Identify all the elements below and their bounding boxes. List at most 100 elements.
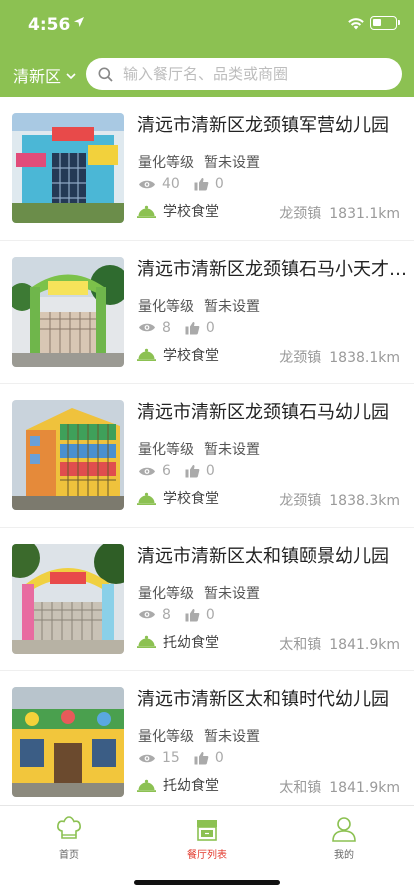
list-item[interactable]: 清远市清新区龙颈镇石马幼儿园 量化等级 暂未设置 6 0 学校食堂 龙颈镇 1838… bbox=[0, 384, 414, 528]
list-item[interactable]: 清远市清新区龙颈镇军营幼儿园 量化等级 暂未设置 40 0 学校食堂 龙颈镇 183… bbox=[0, 97, 414, 241]
tab-list-label: 餐厅列表 bbox=[187, 850, 227, 861]
distance-label: 1831.1km bbox=[329, 206, 400, 222]
grade-row: 量化等级 暂未设置 bbox=[138, 296, 260, 316]
thumbs-up-icon bbox=[185, 464, 200, 478]
grade-row: 量化等级 暂未设置 bbox=[138, 583, 260, 603]
grade-value: 暂未设置 bbox=[204, 155, 260, 171]
likes-count: 0 bbox=[205, 463, 215, 479]
grade-label: 量化等级 bbox=[138, 585, 194, 602]
list-item[interactable]: 清远市清新区太和镇时代幼儿园 量化等级 暂未设置 15 0 托幼食堂 太和镇 184… bbox=[0, 671, 414, 815]
search-input[interactable] bbox=[123, 65, 393, 83]
grade-row: 量化等级 暂未设置 bbox=[138, 726, 260, 746]
town-label: 太和镇 bbox=[279, 780, 322, 796]
restaurant-name: 清远市清新区太和镇颐景幼儿园 bbox=[137, 545, 389, 567]
eye-icon bbox=[139, 610, 155, 619]
views-count: 40 bbox=[162, 176, 180, 192]
category-label: 托幼食堂 bbox=[163, 778, 219, 794]
tab-mine[interactable]: 我的 bbox=[294, 814, 394, 861]
thumbs-up-icon bbox=[194, 751, 209, 765]
tab-restaurant-list[interactable]: 餐厅列表 bbox=[157, 814, 257, 861]
food-cover-icon bbox=[137, 205, 156, 218]
status-time: 4:56 bbox=[28, 15, 71, 35]
views-count: 8 bbox=[162, 319, 171, 336]
restaurant-name: 清远市清新区太和镇时代幼儿园 bbox=[137, 689, 389, 710]
category-label: 学校食堂 bbox=[163, 347, 219, 364]
district-label: 清新区 bbox=[13, 67, 62, 86]
battery-icon bbox=[370, 16, 397, 30]
thumbs-up-icon bbox=[185, 321, 200, 334]
header: 4:56 清新区 bbox=[0, 0, 414, 97]
grade-label: 量化等级 bbox=[138, 729, 194, 745]
search-bar[interactable] bbox=[86, 58, 402, 90]
home-indicator[interactable] bbox=[134, 880, 280, 885]
category-row: 学校食堂 bbox=[137, 488, 219, 508]
views-count: 8 bbox=[162, 606, 171, 623]
food-cover-icon bbox=[137, 492, 156, 505]
storefront-icon bbox=[197, 820, 217, 841]
grade-row: 量化等级 暂未设置 bbox=[138, 152, 260, 172]
eye-icon bbox=[139, 467, 155, 475]
distance-label: 1841.9km bbox=[329, 780, 400, 796]
stats-row: 8 0 bbox=[138, 320, 215, 336]
grade-label: 量化等级 bbox=[138, 155, 194, 171]
list-item[interactable]: 清远市清新区龙颈镇石马小天才幼儿园 量化等级暂未设置 8 0 学校食堂 龙颈镇 1… bbox=[0, 241, 414, 384]
user-icon bbox=[332, 817, 356, 842]
food-cover-icon bbox=[137, 635, 156, 648]
town-label: 龙颈镇 bbox=[279, 493, 322, 509]
likes-count: 0 bbox=[205, 319, 215, 336]
battery-cap bbox=[398, 20, 400, 25]
grade-value: 暂未设置 bbox=[204, 442, 260, 458]
food-cover-icon bbox=[137, 779, 156, 792]
restaurant-photo bbox=[12, 543, 124, 654]
location-info: 龙颈镇 1838.1km bbox=[279, 347, 400, 367]
likes-count: 0 bbox=[214, 750, 224, 766]
list-item[interactable]: 清远市清新区太和镇颐景幼儿园 量化等级 暂未设置 8 0 托幼食堂 太和镇 1841… bbox=[0, 528, 414, 671]
restaurant-photo bbox=[12, 113, 124, 223]
stats-row: 8 0 bbox=[138, 607, 215, 623]
views-count: 15 bbox=[162, 750, 180, 766]
town-label: 龙颈镇 bbox=[279, 206, 322, 222]
restaurant-name: 清远市清新区龙颈镇石马幼儿园 bbox=[137, 402, 389, 423]
chevron-down-icon bbox=[66, 72, 76, 79]
town-label: 太和镇 bbox=[279, 636, 322, 653]
search-icon bbox=[98, 67, 113, 82]
grade-value: 暂未设置 bbox=[204, 585, 260, 602]
grade-value: 暂未设置 bbox=[204, 729, 260, 745]
location-info: 太和镇 1841.9km bbox=[279, 634, 400, 654]
status-bar: 4:56 bbox=[0, 0, 414, 48]
restaurant-photo bbox=[12, 687, 124, 797]
restaurant-photo bbox=[12, 256, 124, 367]
tab-home[interactable]: 首页 bbox=[19, 814, 119, 861]
views-count: 6 bbox=[162, 463, 171, 479]
grade-row: 量化等级 暂未设置 bbox=[138, 439, 260, 459]
stats-row: 15 0 bbox=[138, 750, 224, 766]
stats-row: 40 0 bbox=[138, 176, 224, 192]
likes-count: 0 bbox=[214, 176, 224, 192]
location-info: 太和镇 1841.9km bbox=[279, 777, 400, 797]
tab-mine-label: 我的 bbox=[334, 850, 354, 861]
eye-icon bbox=[139, 180, 155, 188]
category-label: 学校食堂 bbox=[163, 204, 219, 220]
likes-count: 0 bbox=[205, 606, 215, 623]
thumbs-up-icon bbox=[194, 177, 209, 191]
location-info: 龙颈镇 1831.1km bbox=[279, 203, 400, 223]
town-label: 龙颈镇 bbox=[279, 349, 322, 366]
category-label: 托幼食堂 bbox=[163, 634, 219, 651]
restaurant-photo bbox=[12, 400, 124, 510]
eye-icon bbox=[139, 754, 155, 762]
distance-label: 1838.3km bbox=[329, 493, 400, 509]
district-selector[interactable]: 清新区 bbox=[13, 63, 76, 87]
distance-label: 1838.1km bbox=[329, 349, 400, 366]
category-row: 托幼食堂 bbox=[137, 632, 219, 652]
restaurant-name: 清远市清新区龙颈镇石马小天才幼儿园 bbox=[137, 258, 409, 280]
distance-label: 1841.9km bbox=[329, 636, 400, 653]
grade-label: 量化等级 bbox=[138, 298, 194, 315]
grade-label: 量化等级 bbox=[138, 442, 194, 458]
wifi-icon bbox=[348, 18, 364, 30]
chef-hat-icon bbox=[57, 816, 81, 839]
eye-icon bbox=[139, 323, 155, 332]
tab-home-label: 首页 bbox=[59, 850, 79, 861]
grade-value: 暂未设置 bbox=[204, 298, 260, 315]
category-row: 学校食堂 bbox=[137, 201, 219, 221]
restaurant-name: 清远市清新区龙颈镇军营幼儿园 bbox=[137, 115, 389, 136]
